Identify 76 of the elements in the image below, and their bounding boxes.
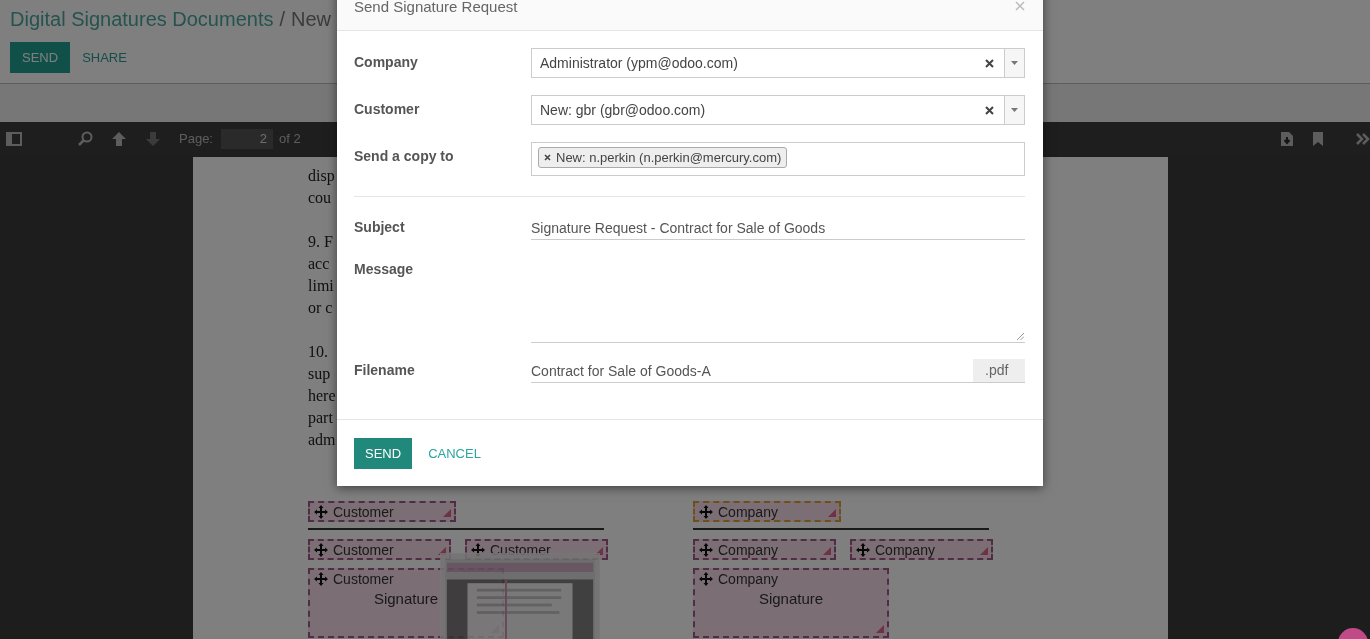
signature-caption: Signature [758, 590, 824, 607]
field-label: Customer [354, 100, 421, 117]
subject-field[interactable]: Signature Request - Contract for Sale of Goods [531, 216, 1025, 240]
document-text: limi [308, 276, 335, 296]
cancel-button[interactable]: CANCEL [418, 446, 491, 461]
field-role-label: Company [718, 571, 778, 587]
text-field-placeholder[interactable]: Company [693, 539, 836, 560]
resize-handle-icon[interactable] [823, 547, 831, 555]
text-field-placeholder[interactable]: Customer [308, 501, 456, 522]
field-role-label: Customer [490, 541, 551, 558]
resize-handle-icon[interactable] [876, 625, 884, 633]
field-role-label: Company [718, 541, 778, 558]
field-role-label: Customer [333, 541, 394, 558]
caret-icon[interactable] [1011, 108, 1018, 112]
move-icon[interactable] [699, 572, 713, 586]
page-label: Page: [179, 131, 213, 146]
document-text: adm [308, 430, 337, 450]
page-total: of 2 [279, 131, 301, 146]
recipient-tag[interactable]: New: n.perkin (n.perkin@mercury.com) [538, 147, 788, 168]
breadcrumb-link[interactable]: Digital Signatures Documents [10, 6, 274, 32]
field-label: Message [354, 260, 415, 277]
clear-icon[interactable] [985, 58, 994, 68]
resize-handle-icon[interactable] [828, 509, 836, 517]
resize-grip-icon[interactable] [1017, 333, 1024, 340]
field-role-label: Company [875, 541, 935, 558]
document-text: 10. [308, 342, 329, 362]
filename-field[interactable]: Contract for Sale of Goods-A [531, 359, 973, 383]
field-role-label: Company [718, 503, 778, 520]
field-role-label: Customer [333, 503, 394, 520]
document-text: disp [308, 166, 336, 187]
clear-icon[interactable] [985, 105, 994, 115]
signature-caption: Signature [373, 590, 439, 607]
double-chevron-icon[interactable] [1356, 131, 1370, 146]
search-icon[interactable] [78, 131, 93, 146]
close-icon[interactable] [1015, 1, 1025, 11]
move-icon[interactable] [314, 504, 328, 519]
up-arrow-icon[interactable] [111, 130, 127, 147]
document-text: or c [308, 298, 334, 318]
move-icon[interactable] [314, 572, 328, 586]
field-role-label: Customer [333, 571, 394, 587]
down-arrow-icon[interactable] [145, 130, 161, 147]
remove-icon[interactable] [544, 154, 551, 161]
document-text: cou [308, 188, 333, 208]
resize-handle-icon[interactable] [443, 509, 451, 517]
dialog-title: Send Signature Request [354, 0, 518, 15]
caret-icon[interactable] [1011, 61, 1018, 65]
text-field-placeholder[interactable]: Customer [308, 539, 451, 560]
download-icon[interactable] [1280, 130, 1294, 147]
bookmark-icon[interactable] [1312, 130, 1324, 147]
select-field[interactable]: Administrator (ypm@odoo.com) [531, 48, 1025, 78]
send-button[interactable]: SEND [354, 438, 413, 469]
text-field-placeholder[interactable]: Company [850, 539, 993, 560]
move-icon[interactable] [856, 542, 870, 557]
document-text: acc [308, 254, 331, 274]
sidebar-toggle-icon[interactable] [6, 131, 22, 146]
field-label: Company [354, 53, 419, 70]
field-label: Subject [354, 218, 406, 235]
send-button[interactable]: SEND [10, 42, 71, 73]
signature-field[interactable]: Company Signature [693, 568, 889, 638]
document-text: 9. F [308, 232, 334, 252]
breadcrumb-current: New [291, 7, 332, 32]
move-icon[interactable] [699, 504, 713, 519]
document-text: sup [308, 364, 332, 385]
breadcrumb-separator: / [279, 7, 286, 32]
move-icon[interactable] [314, 542, 328, 557]
resize-handle-icon[interactable] [980, 547, 988, 555]
share-button[interactable]: SHARE [74, 42, 135, 73]
document-text: here [308, 386, 337, 406]
text-field-placeholder[interactable]: Company [693, 501, 841, 522]
field-label: Send a copy to [354, 147, 455, 164]
select-field[interactable]: New: gbr (gbr@odoo.com) [531, 95, 1025, 125]
document-text: part [308, 408, 334, 429]
field-label: Filename [354, 361, 416, 378]
file-extension: .pdf [973, 359, 1025, 383]
page-number-field[interactable]: 2 [221, 128, 273, 149]
move-icon[interactable] [699, 542, 713, 557]
